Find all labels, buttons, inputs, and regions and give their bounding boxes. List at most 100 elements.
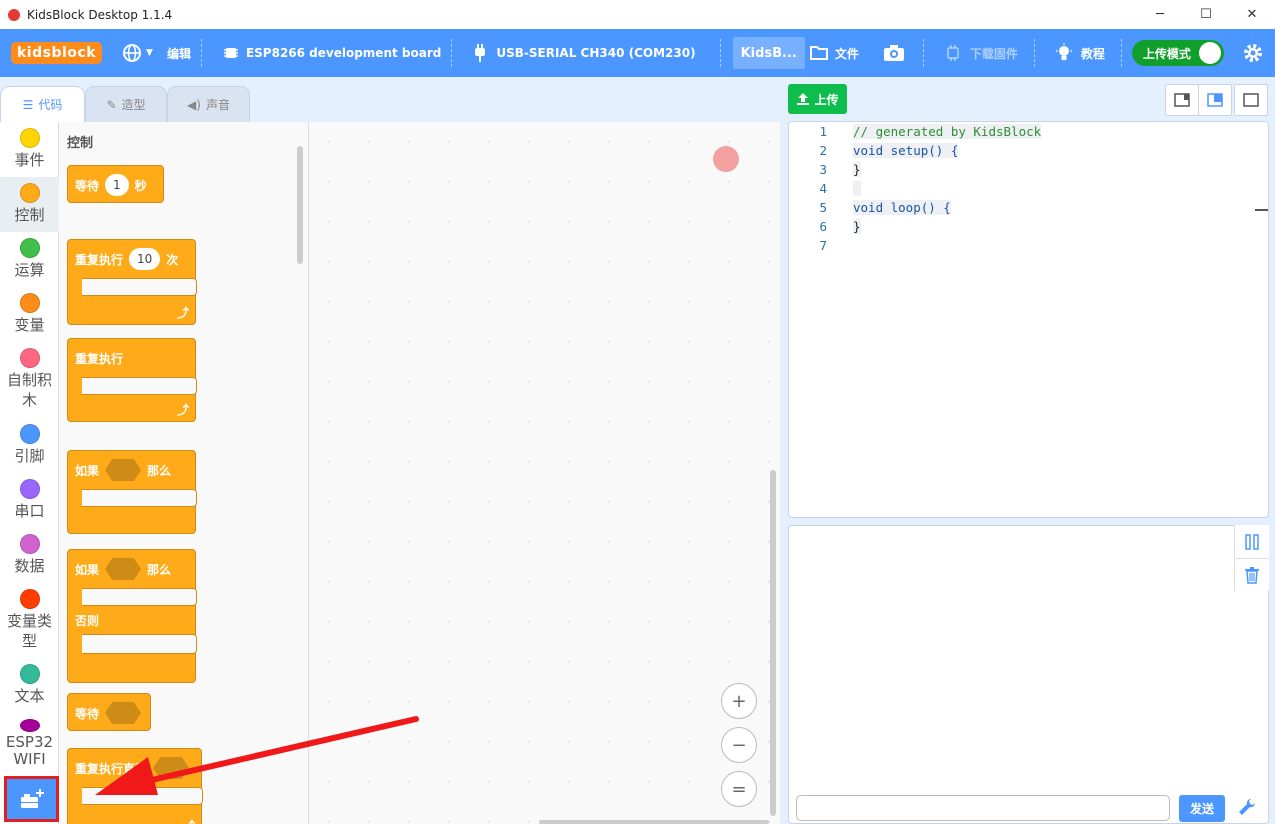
serial-input[interactable] bbox=[796, 795, 1170, 821]
category-variables[interactable]: 变量 bbox=[0, 287, 59, 342]
category-dot bbox=[19, 479, 40, 499]
maximize-button[interactable]: ☐ bbox=[1183, 0, 1229, 29]
category-pins[interactable]: 引脚 bbox=[0, 418, 59, 473]
block-text: 否则 bbox=[75, 613, 100, 628]
view-normal-stage-button[interactable] bbox=[1198, 84, 1232, 116]
category-events[interactable]: 事件 bbox=[0, 122, 59, 177]
condition-slot[interactable] bbox=[105, 702, 142, 724]
repeat-value-input[interactable]: 10 bbox=[129, 248, 161, 270]
forever-block[interactable]: 重复执行 ⤴ bbox=[67, 338, 197, 422]
category-my-blocks[interactable]: 自制积木 bbox=[0, 342, 59, 418]
wait-value-input[interactable]: 1 bbox=[105, 174, 129, 196]
upload-button[interactable]: 上传 bbox=[788, 84, 847, 114]
wait-until-block[interactable]: 等待 bbox=[67, 693, 151, 731]
condition-slot[interactable] bbox=[105, 558, 142, 580]
category-operators[interactable]: 运算 bbox=[0, 232, 59, 287]
kidsb-tab[interactable]: KidsB... bbox=[732, 37, 805, 69]
block-text: 次 bbox=[166, 252, 179, 267]
block-text: 重复执行直到 bbox=[75, 761, 148, 776]
code-line: 2 void setup() { bbox=[789, 141, 959, 160]
lightbulb-icon bbox=[1055, 43, 1072, 60]
tab-sound[interactable]: ◀) 声音 bbox=[167, 86, 250, 122]
add-extension-button[interactable] bbox=[4, 776, 59, 822]
category-dot bbox=[19, 719, 40, 732]
wrench-icon[interactable] bbox=[1236, 796, 1258, 818]
repeat-until-block[interactable]: 重复执行直到 ⤴ bbox=[67, 748, 203, 824]
ladybug-sprite-icon bbox=[713, 146, 739, 172]
view-fullscreen-button[interactable] bbox=[1234, 84, 1268, 116]
pause-icon bbox=[1245, 533, 1259, 550]
category-esp32-wifi[interactable]: ESP32 WIFI bbox=[0, 713, 59, 768]
workspace-scrollbar[interactable] bbox=[770, 470, 776, 816]
board-selector[interactable]: ESP8266 development board bbox=[202, 29, 451, 77]
category-dot bbox=[19, 183, 40, 203]
block-slot bbox=[82, 787, 203, 805]
category-label: 运算 bbox=[14, 261, 45, 279]
code-text: // generated by KidsBlock bbox=[853, 124, 1042, 139]
tutorial-button[interactable]: 教程 bbox=[1035, 29, 1115, 77]
clear-button[interactable] bbox=[1235, 558, 1269, 591]
upload-mode-toggle[interactable]: 上传模式 bbox=[1131, 40, 1224, 66]
code-line: 1 // generated by KidsBlock bbox=[789, 122, 1042, 141]
line-number: 6 bbox=[819, 219, 827, 234]
screenshot-button[interactable] bbox=[869, 29, 919, 77]
minimize-button[interactable]: ─ bbox=[1137, 0, 1183, 29]
category-label: ESP32 WIFI bbox=[5, 733, 54, 768]
category-variable-types[interactable]: 变量类型 bbox=[0, 583, 59, 658]
kidsblock-logo[interactable]: kidsblock bbox=[11, 42, 103, 64]
language-menu[interactable]: ▼ bbox=[112, 29, 163, 77]
zoom-in-button[interactable]: + bbox=[721, 683, 757, 719]
loop-arrow-icon: ⤴ bbox=[183, 817, 195, 824]
block-text: 那么 bbox=[147, 562, 172, 577]
settings-button[interactable] bbox=[1224, 29, 1274, 77]
code-text: } bbox=[853, 162, 861, 177]
palette-scrollbar[interactable] bbox=[297, 146, 303, 264]
repeat-times-block[interactable]: 重复执行 10 次 ⤴ bbox=[67, 239, 197, 325]
tab-code[interactable]: ☰ 代码 bbox=[0, 86, 85, 122]
loop-arrow-icon: ⤴ bbox=[176, 306, 189, 320]
tab-costume[interactable]: ✎ 造型 bbox=[85, 86, 167, 122]
block-text: 等待 bbox=[75, 178, 100, 193]
edit-menu[interactable]: 编辑 bbox=[163, 29, 201, 77]
view-small-stage-button[interactable] bbox=[1165, 84, 1199, 116]
code-editor[interactable]: 1 // generated by KidsBlock 2 void setup()… bbox=[788, 121, 1269, 518]
line-number: 7 bbox=[819, 238, 827, 253]
code-icon: ☰ bbox=[22, 97, 34, 112]
send-button[interactable]: 发送 bbox=[1179, 795, 1225, 822]
close-button[interactable]: ✕ bbox=[1229, 0, 1275, 29]
serial-side-buttons bbox=[1234, 525, 1269, 591]
category-label: 引脚 bbox=[14, 447, 45, 465]
port-selector[interactable]: USB-SERIAL CH340 (COM230) bbox=[452, 29, 705, 77]
category-dot bbox=[19, 664, 40, 684]
category-data[interactable]: 数据 bbox=[0, 528, 59, 583]
wait-seconds-block[interactable]: 等待 1 秒 bbox=[67, 165, 164, 203]
pause-button[interactable] bbox=[1235, 525, 1269, 558]
download-firmware-button[interactable]: 下载固件 bbox=[924, 29, 1028, 77]
upload-label: 上传 bbox=[814, 92, 839, 107]
category-text[interactable]: 文本 bbox=[0, 658, 59, 713]
category-label: 变量 bbox=[14, 316, 45, 334]
condition-slot[interactable] bbox=[153, 757, 190, 779]
zoom-reset-button[interactable]: = bbox=[721, 771, 757, 807]
zoom-out-button[interactable]: − bbox=[721, 727, 757, 763]
category-label: 数据 bbox=[14, 557, 45, 575]
divider bbox=[1120, 39, 1122, 67]
serial-monitor bbox=[788, 525, 1269, 824]
if-then-block[interactable]: 如果 那么 bbox=[67, 450, 197, 534]
code-line: 4 bbox=[789, 179, 861, 198]
code-line: 3} bbox=[789, 160, 861, 179]
if-else-block[interactable]: 如果 那么 否则 bbox=[67, 549, 197, 683]
board-name: ESP8266 development board bbox=[245, 46, 442, 60]
chevron-down-icon: ▼ bbox=[146, 48, 153, 58]
workspace-hscrollbar[interactable] bbox=[539, 820, 769, 824]
category-dot bbox=[19, 293, 40, 313]
file-menu[interactable]: 文件 bbox=[809, 29, 869, 77]
condition-slot[interactable] bbox=[105, 459, 142, 481]
upload-mode-label: 上传模式 bbox=[1142, 46, 1191, 61]
code-line: 5 void loop() { bbox=[789, 198, 951, 217]
category-control[interactable]: 控制 bbox=[0, 177, 59, 232]
app-icon bbox=[8, 8, 20, 21]
line-number: 3 bbox=[819, 162, 827, 177]
code-workspace[interactable] bbox=[309, 122, 780, 824]
category-serial[interactable]: 串口 bbox=[0, 473, 59, 528]
